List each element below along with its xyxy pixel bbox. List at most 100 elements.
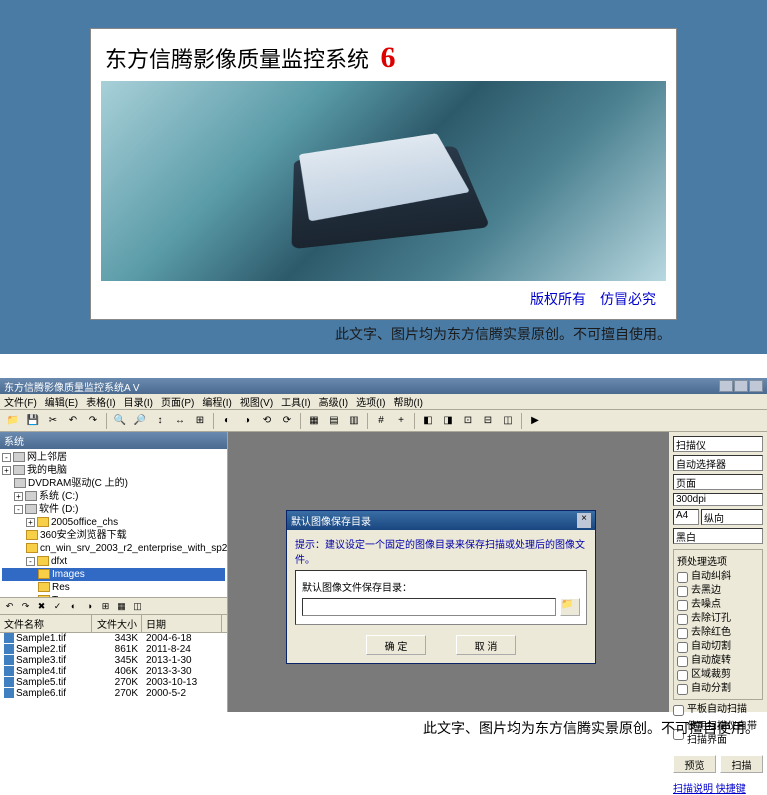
col-name[interactable]: 文件名称 — [0, 615, 92, 632]
expand-icon[interactable]: - — [26, 557, 35, 566]
toolbar-button[interactable]: ◫ — [499, 412, 517, 430]
toolbar-button[interactable]: ▤ — [325, 412, 343, 430]
toolbar-button[interactable]: ⊞ — [191, 412, 209, 430]
toolbar-button[interactable]: ⟳ — [278, 412, 296, 430]
preview-button[interactable]: 预览 — [673, 755, 716, 773]
tree-node[interactable]: +2005office_chs — [2, 516, 225, 529]
size-select[interactable]: A4 — [673, 509, 699, 525]
file-toolbar-button[interactable]: ◫ — [130, 599, 145, 614]
file-toolbar-button[interactable]: ✓ — [50, 599, 65, 614]
tree-node[interactable]: 360安全浏览器下载 — [2, 529, 225, 542]
option-checkbox[interactable] — [677, 642, 688, 653]
toolbar-button[interactable]: ◧ — [419, 412, 437, 430]
menu-item[interactable]: 视图(V) — [240, 394, 273, 409]
flatbed-check[interactable]: 平板自动扫描 — [673, 703, 763, 717]
toolbar-button[interactable]: + — [392, 412, 410, 430]
toolbar-button[interactable]: ▥ — [345, 412, 363, 430]
menu-item[interactable]: 文件(F) — [4, 394, 37, 409]
min-button[interactable] — [719, 380, 733, 392]
preprocess-option[interactable]: 去除红色 — [677, 626, 759, 640]
toolbar-button[interactable]: ✂ — [44, 412, 62, 430]
preprocess-option[interactable]: 自动分割 — [677, 682, 759, 696]
option-checkbox[interactable] — [677, 670, 688, 681]
toolbar-button[interactable]: ↕ — [151, 412, 169, 430]
toolbar-button[interactable]: # — [372, 412, 390, 430]
preprocess-option[interactable]: 去除订孔 — [677, 612, 759, 626]
page-select[interactable]: 页面 — [673, 474, 763, 490]
scan-help-link[interactable]: 扫描说明 — [673, 784, 713, 795]
expand-icon[interactable]: + — [2, 466, 11, 475]
tree-node[interactable]: Res — [2, 581, 225, 594]
menu-item[interactable]: 编程(I) — [202, 394, 231, 409]
file-toolbar-button[interactable]: ↶ — [2, 599, 17, 614]
file-toolbar-button[interactable]: ◑ — [82, 599, 97, 614]
tree-node[interactable]: Images — [2, 568, 225, 581]
ok-button[interactable]: 确 定 — [366, 635, 426, 655]
cancel-button[interactable]: 取 消 — [456, 635, 516, 655]
option-checkbox[interactable] — [677, 628, 688, 639]
file-row[interactable]: Sample3.tif345K2013-1-30 — [0, 655, 227, 666]
preprocess-option[interactable]: 去黑边 — [677, 584, 759, 598]
toolbar-button[interactable]: ⟲ — [258, 412, 276, 430]
menu-item[interactable]: 目录(I) — [124, 394, 153, 409]
expand-icon[interactable]: - — [2, 453, 11, 462]
dpi-select[interactable]: 300dpi — [673, 493, 763, 506]
file-row[interactable]: Sample5.tif270K2003-10-13 — [0, 677, 227, 688]
col-size[interactable]: 文件大小 — [92, 615, 142, 632]
tree-node[interactable]: -软件 (D:) — [2, 503, 225, 516]
option-checkbox[interactable] — [677, 656, 688, 667]
menu-item[interactable]: 工具(I) — [281, 394, 310, 409]
flatbed-checkbox[interactable] — [673, 705, 684, 716]
file-row[interactable]: Sample1.tif343K2004-6-18 — [0, 633, 227, 644]
max-button[interactable] — [734, 380, 748, 392]
toolbar-button[interactable]: 📁 — [4, 412, 22, 430]
toolbar-button[interactable]: ⊡ — [459, 412, 477, 430]
option-checkbox[interactable] — [677, 572, 688, 583]
tree-node[interactable]: DVDRAM驱动(C 上的) — [2, 477, 225, 490]
dialog-close-icon[interactable]: × — [577, 513, 591, 528]
option-checkbox[interactable] — [677, 600, 688, 611]
toolbar-button[interactable]: ▶ — [526, 412, 544, 430]
option-checkbox[interactable] — [677, 586, 688, 597]
file-row[interactable]: Sample2.tif861K2011-8-24 — [0, 644, 227, 655]
menu-item[interactable]: 高级(I) — [319, 394, 348, 409]
tree-node[interactable]: +我的电脑 — [2, 464, 225, 477]
tree-node[interactable]: +系统 (C:) — [2, 490, 225, 503]
dialog-titlebar[interactable]: 默认图像保存目录 × — [287, 511, 595, 530]
menu-item[interactable]: 选项(I) — [356, 394, 385, 409]
tree-node[interactable]: cn_win_srv_2003_r2_enterprise_with_sp2 — [2, 542, 225, 555]
file-toolbar-button[interactable]: ▦ — [114, 599, 129, 614]
toolbar-button[interactable]: ◐ — [218, 412, 236, 430]
toolbar-button[interactable]: 💾 — [24, 412, 42, 430]
scan-button[interactable]: 扫描 — [720, 755, 763, 773]
file-toolbar-button[interactable]: ✖ — [34, 599, 49, 614]
file-list[interactable]: 文件名称 文件大小 日期 Sample1.tif343K2004-6-18Sam… — [0, 615, 227, 712]
color-select[interactable]: 黑白 — [673, 528, 763, 544]
preprocess-option[interactable]: 自动旋转 — [677, 654, 759, 668]
browse-button[interactable]: 📁 — [560, 598, 580, 616]
toolbar-button[interactable]: ◨ — [439, 412, 457, 430]
menu-item[interactable]: 页面(P) — [161, 394, 194, 409]
toolbar-button[interactable]: ↔ — [171, 412, 189, 430]
toolbar-button[interactable]: ◑ — [238, 412, 256, 430]
option-checkbox[interactable] — [677, 614, 688, 625]
toolbar-button[interactable]: 🔎 — [131, 412, 149, 430]
option-checkbox[interactable] — [677, 684, 688, 695]
titlebar[interactable]: 东方信腾影像质量监控系统A V — [0, 378, 767, 394]
menu-item[interactable]: 编辑(E) — [45, 394, 78, 409]
tree-node[interactable]: -dfxt — [2, 555, 225, 568]
menu-item[interactable]: 帮助(I) — [394, 394, 423, 409]
preprocess-option[interactable]: 自动纠斜 — [677, 570, 759, 584]
file-row[interactable]: Sample4.tif406K2013-3-30 — [0, 666, 227, 677]
toolbar-button[interactable]: ↶ — [64, 412, 82, 430]
source-select[interactable]: 扫描仪 — [673, 436, 763, 452]
preprocess-option[interactable]: 去噪点 — [677, 598, 759, 612]
file-toolbar-button[interactable]: ↷ — [18, 599, 33, 614]
expand-icon[interactable]: + — [14, 492, 23, 501]
file-toolbar-button[interactable]: ◐ — [66, 599, 81, 614]
toolbar-button[interactable]: ⊟ — [479, 412, 497, 430]
preprocess-option[interactable]: 自动切割 — [677, 640, 759, 654]
file-row[interactable]: Sample6.tif270K2000-5-2 — [0, 688, 227, 699]
save-dir-input[interactable] — [302, 598, 556, 616]
expand-icon[interactable]: + — [26, 518, 35, 527]
